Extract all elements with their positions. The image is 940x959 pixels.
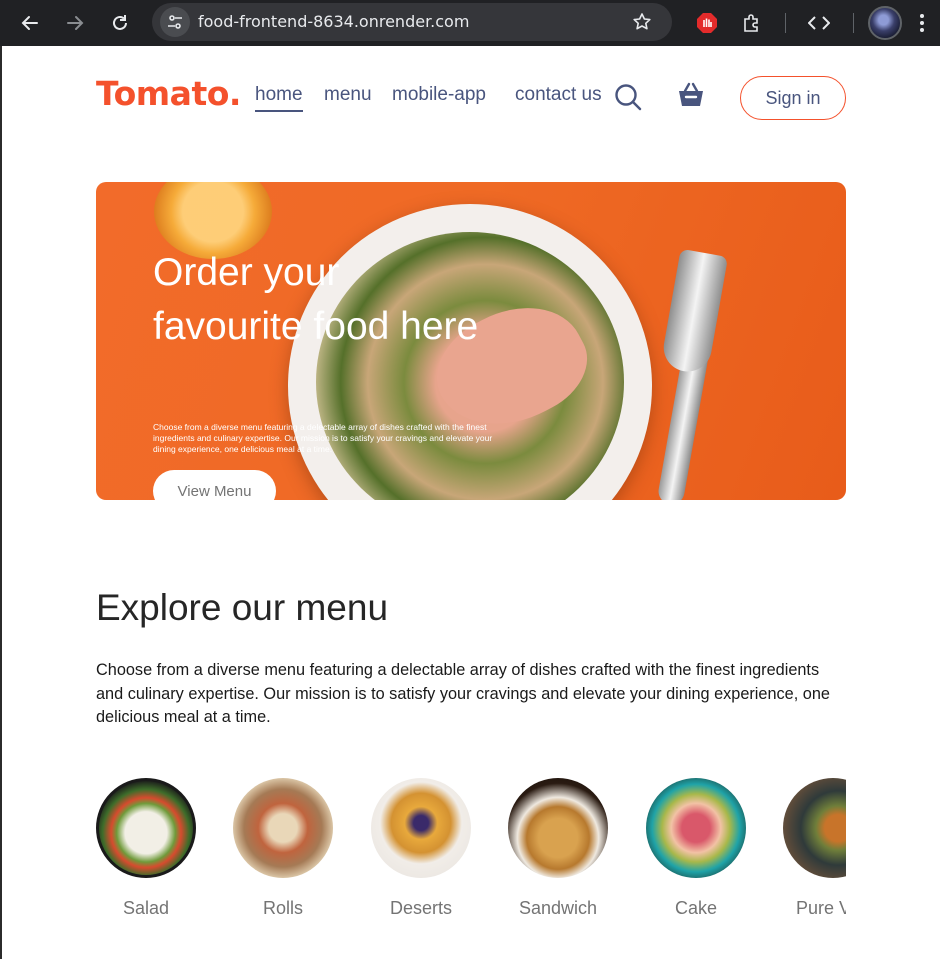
menu-item-label: Deserts <box>389 898 452 918</box>
menu-item-deserts[interactable]: Deserts <box>371 778 471 919</box>
sign-in-button[interactable]: Sign in <box>740 76 846 120</box>
toolbar-separator <box>853 13 854 33</box>
devtools-code-icon[interactable] <box>805 9 833 37</box>
logo[interactable]: Tomato. <box>96 74 241 113</box>
search-icon[interactable] <box>614 83 642 115</box>
hero-description: Choose from a diverse menu featuring a d… <box>153 422 493 454</box>
more-options-icon[interactable] <box>908 9 936 37</box>
menu-item-salad[interactable]: Salad <box>96 778 196 919</box>
adblock-extension-icon[interactable] <box>693 9 721 37</box>
hero-banner: Order your favourite food here Choose fr… <box>96 182 846 500</box>
nav-link-menu[interactable]: menu <box>324 84 372 106</box>
explore-menu-title: Explore our menu <box>96 587 389 628</box>
nav-link-mobile-app[interactable]: mobile-app <box>392 84 486 106</box>
reload-icon[interactable] <box>106 9 134 37</box>
cake-image <box>646 778 746 878</box>
menu-category-list: Salad Rolls Deserts Sandwich Cake Pure V… <box>96 778 846 928</box>
menu-item-label: Sandwich <box>518 898 598 918</box>
menu-item-cake[interactable]: Cake <box>646 778 746 919</box>
rolls-image <box>233 778 333 878</box>
forward-arrow-icon[interactable] <box>61 9 89 37</box>
menu-item-label: Pure Veg <box>795 898 846 918</box>
menu-item-label: Rolls <box>262 898 303 918</box>
pure-veg-image <box>783 778 846 878</box>
browser-toolbar: food-frontend-8634.onrender.com <box>0 0 940 46</box>
explore-menu-description: Choose from a diverse menu featuring a d… <box>96 661 830 726</box>
sandwich-image <box>508 778 608 878</box>
window-edge <box>0 46 2 959</box>
nav-link-home[interactable]: home <box>255 84 303 112</box>
view-menu-button[interactable]: View Menu <box>153 470 276 500</box>
profile-avatar[interactable] <box>868 6 902 40</box>
fork-tines-image <box>659 248 729 376</box>
bookmark-star-icon[interactable] <box>632 12 652 36</box>
url-text[interactable]: food-frontend-8634.onrender.com <box>198 12 469 31</box>
site-settings-icon[interactable] <box>160 7 190 37</box>
deserts-image <box>371 778 471 878</box>
extensions-puzzle-icon[interactable] <box>738 9 766 37</box>
menu-item-label: Cake <box>674 898 718 918</box>
nav-link-contact-us[interactable]: contact us <box>515 84 602 106</box>
menu-item-rolls[interactable]: Rolls <box>233 778 333 919</box>
menu-item-label: Salad <box>122 898 170 918</box>
salad-image <box>96 778 196 878</box>
address-bar[interactable]: food-frontend-8634.onrender.com <box>152 3 672 41</box>
menu-item-sandwich[interactable]: Sandwich <box>508 778 608 919</box>
basket-icon[interactable] <box>677 81 705 113</box>
back-arrow-icon[interactable] <box>16 9 44 37</box>
hero-title: Order your favourite food here <box>153 251 479 348</box>
menu-item-pure-veg[interactable]: Pure Veg <box>783 778 846 919</box>
toolbar-separator <box>785 13 786 33</box>
